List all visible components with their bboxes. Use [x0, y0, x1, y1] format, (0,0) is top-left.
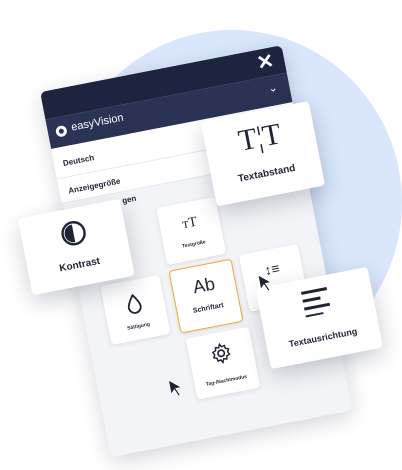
align-left-icon — [257, 277, 375, 331]
tile-tagnacht[interactable]: Tag-/Nachtmodus — [185, 326, 261, 400]
chevron-down-icon[interactable]: ⌄ — [267, 81, 278, 96]
card-label: Textabstand — [237, 162, 297, 185]
language-label: Deutsch — [62, 153, 95, 168]
font-icon: Ab — [191, 273, 217, 298]
text-size-icon: тT — [181, 214, 199, 233]
section-label: gen — [121, 193, 138, 206]
display-size-label: Anzeigegröße — [67, 176, 122, 196]
tile-schriftart[interactable]: Ab Schriftart — [168, 258, 244, 334]
close-button[interactable]: ✕ — [253, 50, 279, 76]
tile-textgroesse[interactable]: тT Textgröße — [156, 196, 227, 265]
text-spacing-icon: T¦T — [235, 117, 284, 158]
easyvision-logo-icon — [54, 124, 68, 138]
brand-name: easyVision — [70, 111, 125, 134]
tile-label: Textgröße — [181, 239, 207, 250]
gear-icon — [188, 336, 256, 375]
settings-scene: ✕ easyVision ⌄ Deutsch Anzeigegröße gen … — [0, 0, 402, 458]
tile-label: Schriftart — [192, 302, 225, 315]
tile-label: Tag-/Nachtmodus — [205, 373, 248, 388]
tile-saettigung[interactable]: Sättigung — [100, 274, 171, 346]
